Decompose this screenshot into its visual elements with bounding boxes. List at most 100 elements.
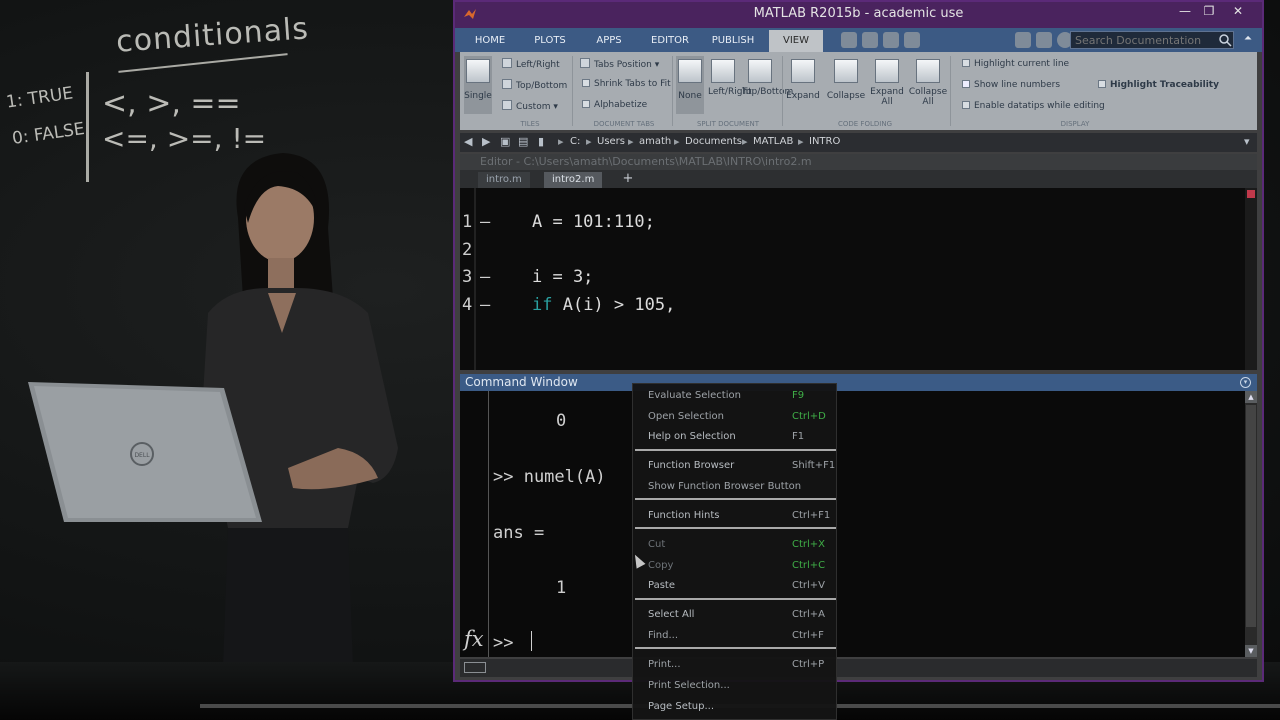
custom-tile-button[interactable]: Custom ▾ (502, 100, 558, 112)
print-icon[interactable] (1036, 32, 1052, 48)
highlight-current-line-checkbox[interactable]: Highlight current line (962, 59, 1069, 69)
chalk-operators-line1: <, >, == (102, 86, 241, 121)
split-left-right-button[interactable]: Left/Right (708, 56, 752, 118)
command-line: >> numel(A) (493, 467, 606, 487)
menu-cut[interactable]: Cut Ctrl+X (633, 534, 838, 554)
code-analyzer-indicator[interactable] (1247, 190, 1255, 198)
status-bar (460, 659, 1257, 677)
function-browser-icon[interactable]: fx (464, 627, 484, 651)
cut-icon[interactable] (883, 32, 899, 48)
menu-select-all[interactable]: Select All Ctrl+A (633, 604, 838, 624)
split-top-bottom-button[interactable]: Top/Bottom (742, 56, 793, 118)
minimize-button[interactable]: — (1174, 4, 1196, 22)
menu-print[interactable]: Print... Ctrl+P (633, 654, 838, 674)
top-bottom-tile-button[interactable]: Top/Bottom (502, 79, 567, 91)
tab-view[interactable]: VIEW (769, 30, 823, 52)
code-editor[interactable]: 1– A = 101:110; 2 3– i = 3; 4– if A(i) > 10… (460, 188, 1257, 370)
tab-apps[interactable]: APPS (581, 30, 637, 52)
single-tile-button[interactable]: Single (464, 56, 492, 114)
ribbon-divider (672, 56, 673, 126)
scroll-up-icon[interactable]: ▲ (1245, 391, 1257, 403)
split-none-button[interactable]: None (676, 56, 704, 114)
scroll-thumb[interactable] (1246, 405, 1256, 627)
command-window-options-icon[interactable]: ▾ (1240, 377, 1251, 388)
code-line[interactable]: 4– if A(i) > 105, (460, 275, 675, 315)
tab-intro2-m[interactable]: intro2.m (544, 172, 603, 188)
folder-icon: ▮ (538, 135, 545, 148)
editor-tabs: intro.m intro2.m + (460, 170, 1257, 188)
menu-copy[interactable]: Copy Ctrl+C (633, 555, 838, 575)
output-line: 0 (556, 411, 567, 431)
code-line[interactable]: 2 (460, 220, 542, 260)
code-line[interactable]: 1– A = 101:110; (460, 192, 655, 232)
left-right-tile-button[interactable]: Left/Right (502, 58, 560, 70)
chalk-bracket (86, 72, 94, 182)
video-frame: conditionals 1: TRUE 0: FALSE <, >, == <… (0, 0, 1280, 720)
shrink-tabs-checkbox[interactable]: Shrink Tabs to Fit (582, 79, 671, 89)
menu-separator (635, 449, 836, 451)
scroll-down-icon[interactable]: ▼ (1245, 645, 1257, 657)
show-line-numbers-checkbox[interactable]: Show line numbers (962, 80, 1060, 90)
breadcrumb-documents[interactable]: Documents (685, 136, 742, 147)
menu-help-on-selection[interactable]: Help on Selection F1 (633, 426, 838, 446)
command-window-scrollbar[interactable]: ▲ ▼ (1245, 391, 1257, 657)
highlight-traceability-checkbox[interactable]: Highlight Traceability (1098, 80, 1219, 90)
menu-evaluate-selection[interactable]: Evaluate Selection F9 (633, 385, 838, 405)
breadcrumb-drive[interactable]: C: (570, 136, 580, 147)
display-group-label: DISPLAY (1060, 120, 1090, 128)
minimize-ribbon-icon[interactable]: ⏶ (1241, 33, 1255, 47)
browse-folder-icon[interactable]: ▤ (518, 135, 528, 148)
search-documentation-input[interactable] (1070, 31, 1234, 49)
menu-function-browser[interactable]: Function Browser Shift+F1 (633, 455, 838, 475)
menu-function-hints[interactable]: Function Hints Ctrl+F1 (633, 505, 838, 525)
tab-editor[interactable]: EDITOR (641, 30, 699, 52)
maximize-button[interactable]: ❐ (1198, 4, 1220, 22)
menu-separator (635, 498, 836, 500)
code-line[interactable]: 3– i = 3; (460, 247, 593, 287)
command-window[interactable]: 0 >> numel(A) ans = 1 fx >> ▲ ▼ (460, 391, 1257, 657)
tab-intro-m[interactable]: intro.m (478, 172, 530, 188)
collapse-all-button[interactable]: Collapse All (908, 56, 948, 118)
breadcrumb-matlab[interactable]: MATLAB (753, 136, 793, 147)
laptop-logo: DELL (134, 452, 150, 459)
search-icon[interactable] (1218, 33, 1232, 47)
menu-find[interactable]: Find... Ctrl+F (633, 625, 838, 645)
alphabetize-checkbox[interactable]: Alphabetize (582, 100, 647, 110)
tab-home[interactable]: HOME (461, 30, 519, 52)
tabs-position-button[interactable]: Tabs Position ▾ (580, 58, 659, 70)
stop-icon[interactable] (841, 32, 857, 48)
breadcrumb-intro[interactable]: INTRO (809, 136, 840, 147)
up-folder-icon[interactable]: ▣ (500, 135, 510, 148)
save-icon[interactable] (904, 32, 920, 48)
chalk-false-label: 0: FALSE (10, 119, 86, 149)
tab-plots[interactable]: PLOTS (521, 30, 579, 52)
tab-publish[interactable]: PUBLISH (701, 30, 765, 52)
menu-separator (635, 647, 836, 649)
switch-windows-icon[interactable] (1015, 32, 1031, 48)
editor-scrollbar[interactable] (1245, 188, 1257, 370)
forward-icon[interactable]: ▶ (482, 135, 490, 148)
ribbon-divider (782, 56, 783, 126)
back-icon[interactable]: ◀ (464, 135, 472, 148)
command-window-header: Command Window ▾ (460, 374, 1257, 391)
close-button[interactable]: ✕ (1227, 4, 1249, 22)
breadcrumb-amath[interactable]: amath (639, 136, 671, 147)
menu-print-selection[interactable]: Print Selection... (633, 675, 838, 695)
ribbon-divider (950, 56, 951, 126)
context-menu: Evaluate Selection F9 Open Selection Ctrl+… (632, 383, 837, 720)
text-caret (531, 631, 532, 651)
address-dropdown-icon[interactable]: ▾ (1244, 135, 1250, 148)
breadcrumb-users[interactable]: Users (597, 136, 625, 147)
expand-button[interactable]: Expand (786, 56, 820, 114)
undo-icon[interactable] (862, 32, 878, 48)
enable-datatips-checkbox[interactable]: Enable datatips while editing (962, 101, 1105, 111)
menu-page-setup[interactable]: Page Setup... (633, 696, 838, 716)
collapse-button[interactable]: Collapse (826, 56, 866, 114)
expand-all-button[interactable]: Expand All (870, 56, 904, 118)
title-bar[interactable]: MATLAB R2015b - academic use — ❐ ✕ (455, 2, 1262, 28)
menu-paste[interactable]: Paste Ctrl+V (633, 575, 838, 595)
new-tab-icon[interactable]: + (619, 171, 637, 187)
menu-show-function-browser-button[interactable]: Show Function Browser Button (633, 476, 838, 496)
address-bar: ◀ ▶ ▣ ▤ ▮ ▸ C: ▸ Users ▸ amath ▸ Documen… (460, 133, 1257, 152)
menu-open-selection[interactable]: Open Selection Ctrl+D (633, 406, 838, 426)
